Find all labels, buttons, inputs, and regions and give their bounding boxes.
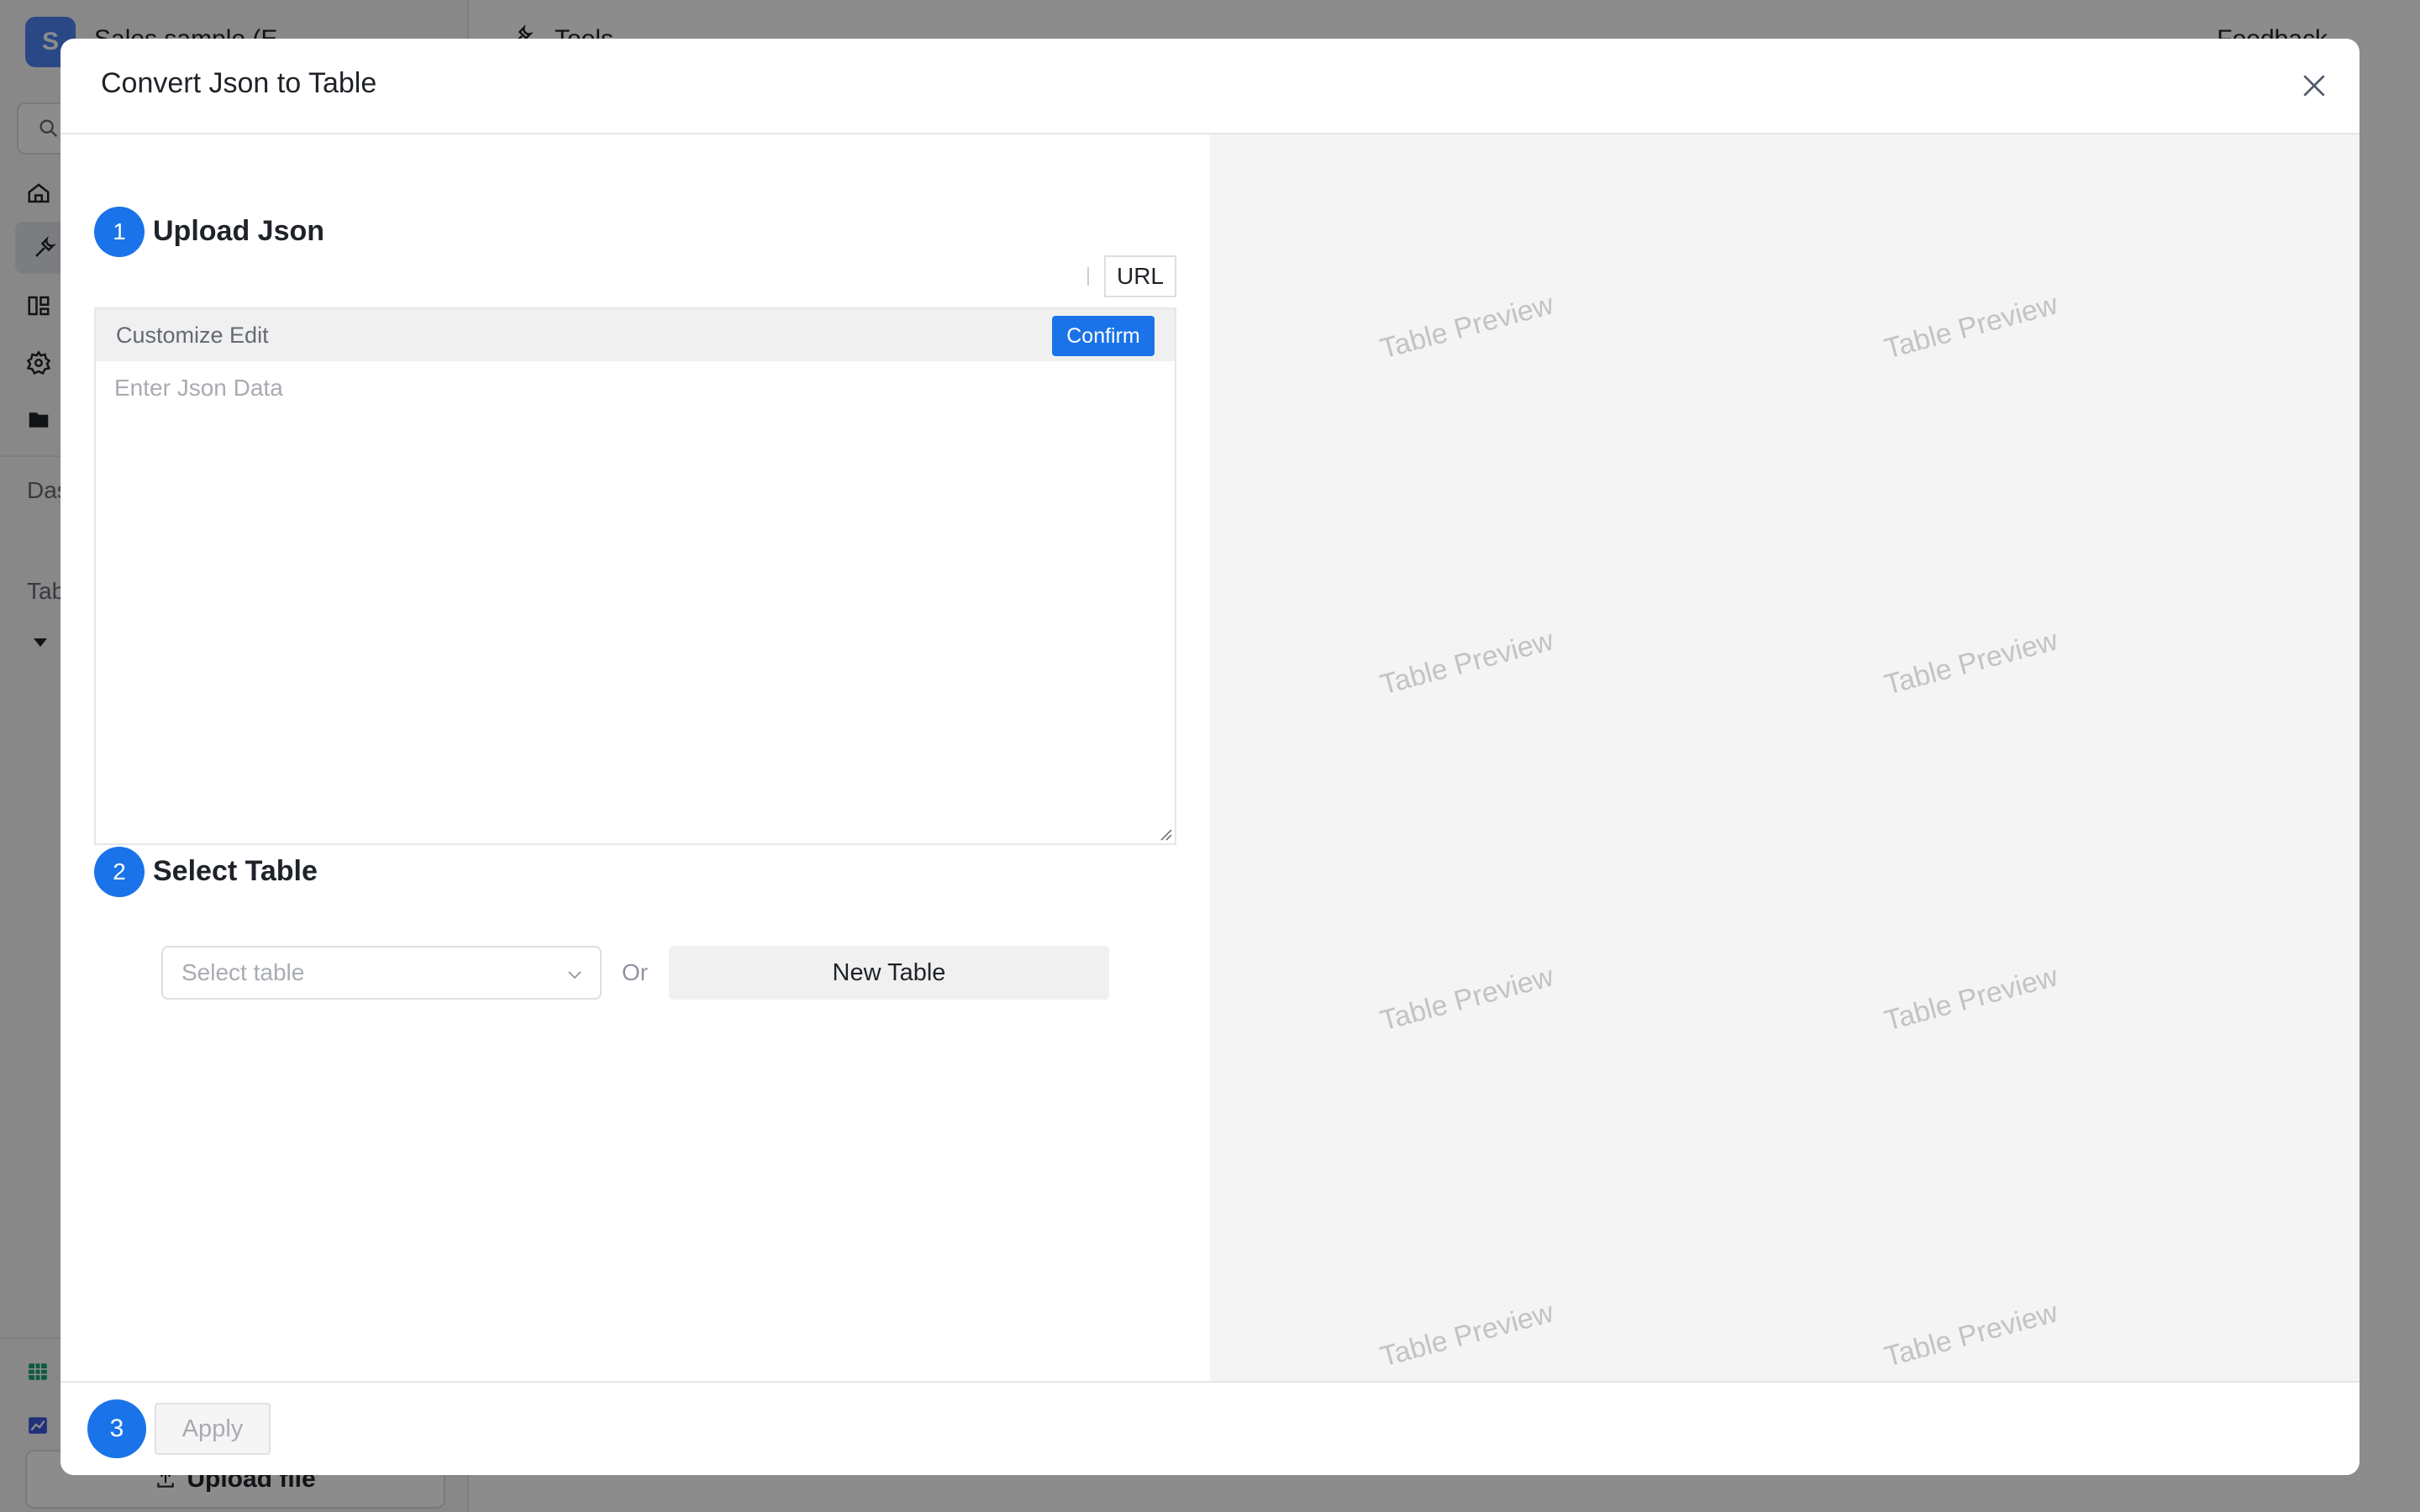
modal-title: Convert Json to Table [101, 67, 377, 99]
editor-toolbar: Customize Edit Confirm [96, 309, 1175, 361]
or-label: Or [622, 959, 649, 985]
apply-button[interactable]: Apply [155, 1403, 271, 1455]
config-pane: 1 Upload Json URL Customize Edit Confirm… [60, 134, 1210, 1381]
preview-watermark: Table Preview [1881, 960, 2061, 1037]
select-table-dropdown[interactable]: Select table [161, 946, 602, 1000]
preview-watermark: Table Preview [1376, 288, 1557, 365]
preview-watermark: Table Preview [1881, 624, 2061, 701]
select-table-placeholder: Select table [182, 959, 305, 985]
preview-watermark: Table Preview [1881, 288, 2061, 365]
preview-watermark: Table Preview [1376, 1296, 1557, 1373]
url-tab[interactable]: URL [1104, 255, 1176, 297]
step-1-title: Upload Json [153, 215, 325, 247]
new-table-button[interactable]: New Table [669, 946, 1109, 1000]
preview-watermark: Table Preview [1376, 624, 1557, 701]
preview-watermark: Table Preview [1376, 960, 1557, 1037]
confirm-button[interactable]: Confirm [1052, 316, 1155, 356]
step-2-title: Select Table [153, 855, 318, 887]
json-input[interactable] [96, 361, 1175, 843]
step-2-badge: 2 [94, 847, 145, 897]
chevron-down-icon [568, 971, 581, 979]
modal-footer: 3 Apply [60, 1381, 2360, 1475]
step-1-badge: 1 [94, 207, 145, 257]
json-editor: Customize Edit Confirm [94, 307, 1176, 845]
resize-grip-icon[interactable] [1158, 827, 1173, 842]
customize-edit-label: Customize Edit [116, 323, 269, 348]
close-icon [2303, 75, 2325, 97]
convert-json-modal: Convert Json to Table 1 Upload Json URL … [60, 39, 2360, 1475]
step-3-badge: 3 [87, 1399, 146, 1458]
close-button[interactable] [2297, 69, 2331, 102]
modal-header: Convert Json to Table [60, 39, 2360, 134]
preview-watermark: Table Preview [1881, 1296, 2061, 1373]
tab-separator [1087, 267, 1089, 286]
table-preview-pane: Table Preview Table Preview Table Previe… [1210, 134, 2360, 1381]
